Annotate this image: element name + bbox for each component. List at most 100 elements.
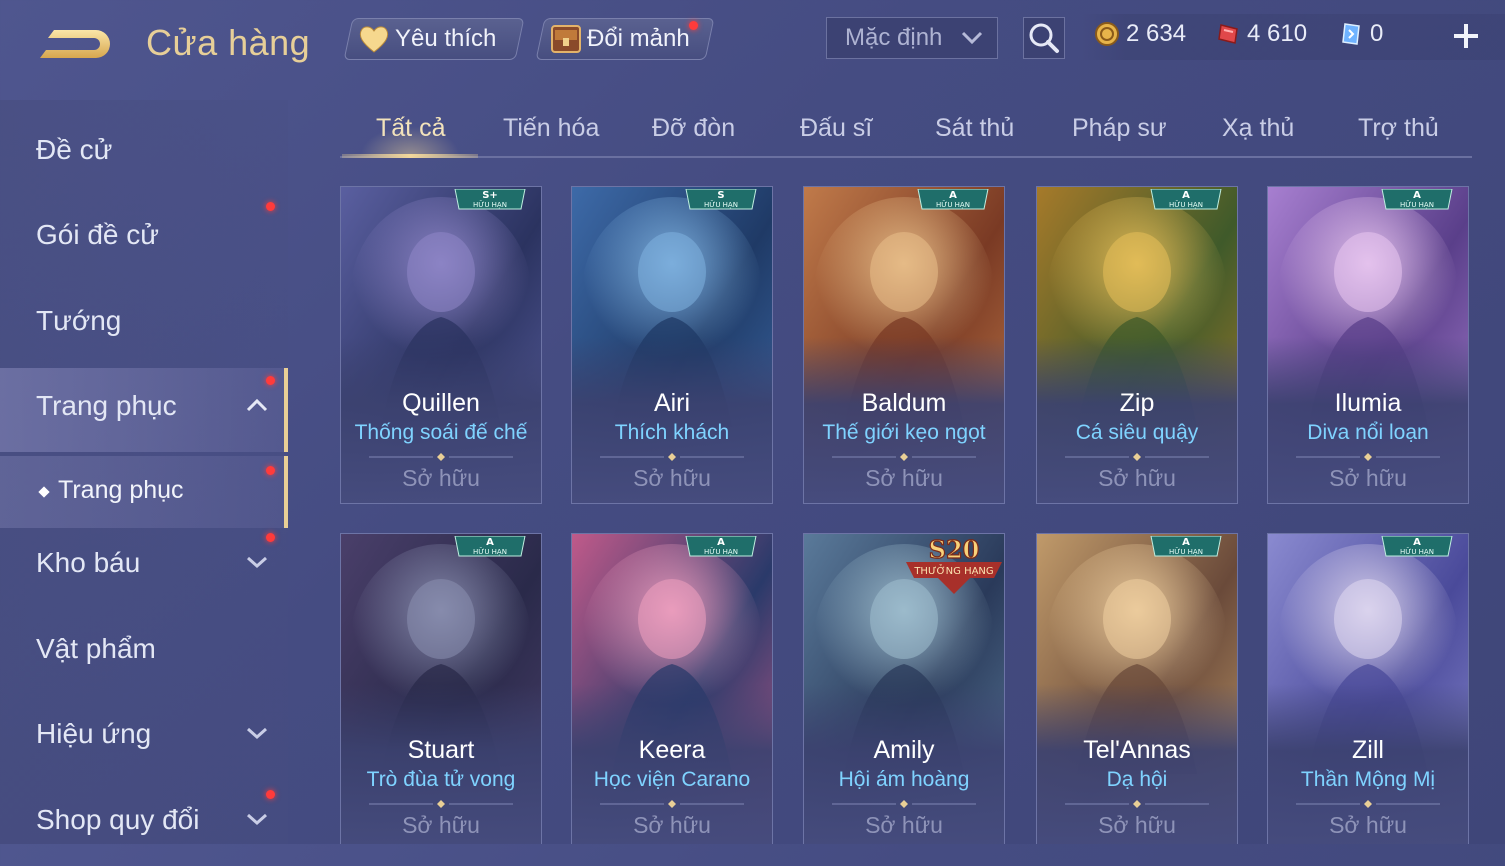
skin-name: Hội ám hoàng <box>838 768 970 791</box>
skin-card[interactable]: S+ HỮU HẠN Quillen Thống soái đế chế Sở … <box>340 186 542 504</box>
tab-marksman[interactable]: Xạ thủ <box>1222 114 1294 143</box>
skin-grid: S+ HỮU HẠN Quillen Thống soái đế chế Sở … <box>340 186 1472 844</box>
ornament-divider <box>832 453 976 461</box>
sidebar-item-effects[interactable]: Hiệu ứng <box>0 696 288 780</box>
sidebar-subitem-skins[interactable]: Trang phục <box>0 456 288 528</box>
badge-text: S20 <box>929 536 980 564</box>
ownership-status: Sở hữu <box>402 812 480 838</box>
sidebar-item-label: Vật phẩm <box>36 633 156 664</box>
favorites-button[interactable]: Yêu thích <box>343 18 525 60</box>
sidebar-item-label: Gói đề cử <box>36 219 160 250</box>
tab-evolution[interactable]: Tiến hóa <box>503 114 599 143</box>
sidebar-item-treasure[interactable]: Kho báu <box>0 525 288 609</box>
tab-fighter[interactable]: Đấu sĩ <box>800 114 872 143</box>
badge-subtext: HỮU HẠN <box>1400 547 1434 556</box>
badge-text: S+ <box>482 190 498 201</box>
badge-text: A <box>1182 537 1190 548</box>
rarity-badge: S HỮU HẠN <box>685 189 757 210</box>
heart-icon <box>359 26 389 53</box>
tab-active-underline <box>342 154 478 158</box>
tab-mage[interactable]: Pháp sư <box>1072 114 1167 143</box>
page-title: Cửa hàng <box>146 22 311 63</box>
sidebar-item-recommended-packs[interactable]: Gói đề cử <box>0 197 288 281</box>
search-icon <box>1029 23 1059 53</box>
ornament-divider <box>369 453 513 461</box>
sidebar-item-label: Trang phục <box>36 390 177 421</box>
skin-card[interactable]: A HỮU HẠN Tel'Annas Dạ hội Sở hữu <box>1036 533 1238 844</box>
add-currency-icon[interactable] <box>1450 20 1482 52</box>
ownership-status: Sở hữu <box>633 465 711 491</box>
rarity-badge: S+ HỮU HẠN <box>454 189 526 210</box>
category-tabs: Tất cả Tiến hóa Đỡ đòn Đấu sĩ Sát thủ Ph… <box>340 100 1472 158</box>
badge-subtext: HỮU HẠN <box>1400 200 1434 209</box>
gold-amount: 2 634 <box>1126 20 1187 47</box>
skin-card[interactable]: A HỮU HẠN Baldum Thế giới kẹo ngọt Sở hữ… <box>803 186 1005 504</box>
treasure-chest-icon <box>551 25 581 53</box>
skin-card[interactable]: S HỮU HẠN Airi Thích khách Sở hữu <box>571 186 773 504</box>
badge-subtext: HỮU HẠN <box>473 547 507 556</box>
ownership-status: Sở hữu <box>1098 812 1176 838</box>
voucher-icon <box>1218 24 1238 44</box>
skin-card[interactable]: S20 THƯỞNG HẠNG Amily Hội ám hoàng Sở hữ… <box>803 533 1005 844</box>
crystal-card-icon <box>1342 23 1360 45</box>
badge-text: A <box>1413 537 1421 548</box>
skin-card[interactable]: A HỮU HẠN Stuart Trò đùa tử vong Sở hữu <box>340 533 542 844</box>
ornament-divider <box>832 800 976 808</box>
ornament-divider <box>369 800 513 808</box>
ownership-status: Sở hữu <box>1098 465 1176 491</box>
ownership-status: Sở hữu <box>865 465 943 491</box>
skin-card[interactable]: A HỮU HẠN Zip Cá siêu quậy Sở hữu <box>1036 186 1238 504</box>
rarity-badge: A HỮU HẠN <box>1381 189 1453 210</box>
exchange-fragments-button[interactable]: Đổi mảnh <box>535 18 715 60</box>
ornament-divider <box>1296 453 1440 461</box>
ornament-divider <box>1065 453 1209 461</box>
rarity-badge: A HỮU HẠN <box>685 536 757 557</box>
hero-name: Stuart <box>407 736 475 764</box>
sidebar-item-skins[interactable]: Trang phục <box>0 368 288 452</box>
sidebar-item-exchange-shop[interactable]: Shop quy đổi <box>0 782 288 866</box>
ownership-status: Sở hữu <box>402 465 480 491</box>
chevron-down-icon <box>961 31 983 45</box>
hero-name: Zip <box>1119 389 1155 417</box>
rarity-badge: A HỮU HẠN <box>1150 536 1222 557</box>
search-button[interactable] <box>1023 17 1065 59</box>
skin-name: Học viện Carano <box>593 768 751 791</box>
skin-card[interactable]: A HỮU HẠN Zill Thần Mộng Mị Sở hữu <box>1267 533 1469 844</box>
tab-tank[interactable]: Đỡ đòn <box>652 114 735 143</box>
crystal-amount: 0 <box>1370 20 1384 47</box>
gold-currency: 2 634 <box>1094 20 1186 48</box>
skin-card[interactable]: A HỮU HẠN Ilumia Diva nổi loạn Sở hữu <box>1267 186 1469 504</box>
crystal-currency: 0 <box>1338 20 1383 48</box>
hero-name: Ilumia <box>1334 389 1402 417</box>
sidebar-item-heroes[interactable]: Tướng <box>0 283 288 367</box>
fragments-label: Đổi mảnh <box>587 25 690 52</box>
skin-card[interactable]: A HỮU HẠN Keera Học viện Carano Sở hữu <box>571 533 773 844</box>
back-arrow-icon[interactable] <box>36 22 116 68</box>
notification-dot <box>266 790 275 799</box>
ownership-status: Sở hữu <box>1329 465 1407 491</box>
sort-dropdown[interactable]: Mặc định <box>826 17 998 59</box>
hero-name: Tel'Annas <box>1083 736 1191 764</box>
voucher-amount: 4 610 <box>1247 20 1308 47</box>
hero-name: Keera <box>638 736 706 764</box>
chevron-down-icon <box>247 813 267 826</box>
season-rank-badge: S20 THƯỞNG HẠNG <box>906 536 1002 594</box>
sidebar-item-items[interactable]: Vật phẩm <box>0 611 288 695</box>
tab-all[interactable]: Tất cả <box>376 114 445 143</box>
badge-subtext: HỮU HẠN <box>704 200 738 209</box>
voucher-currency: 4 610 <box>1215 20 1307 48</box>
hero-name: Baldum <box>861 389 947 417</box>
ornament-divider <box>1296 800 1440 808</box>
diamond-bullet-icon <box>38 486 50 498</box>
ownership-status: Sở hữu <box>865 812 943 838</box>
skin-name: Diva nổi loạn <box>1307 421 1429 444</box>
tab-support[interactable]: Trợ thủ <box>1358 114 1439 143</box>
chevron-down-icon <box>247 556 267 569</box>
sidebar-subitem-label: Trang phục <box>58 476 184 504</box>
tab-assassin[interactable]: Sát thủ <box>935 114 1014 143</box>
skin-name: Thần Mộng Mị <box>1300 768 1436 791</box>
notification-dot <box>266 202 275 211</box>
sidebar-item-recommended[interactable]: Đề cử <box>0 112 288 196</box>
notification-dot <box>266 466 275 475</box>
badge-subtext: HỮU HẠN <box>1169 547 1203 556</box>
